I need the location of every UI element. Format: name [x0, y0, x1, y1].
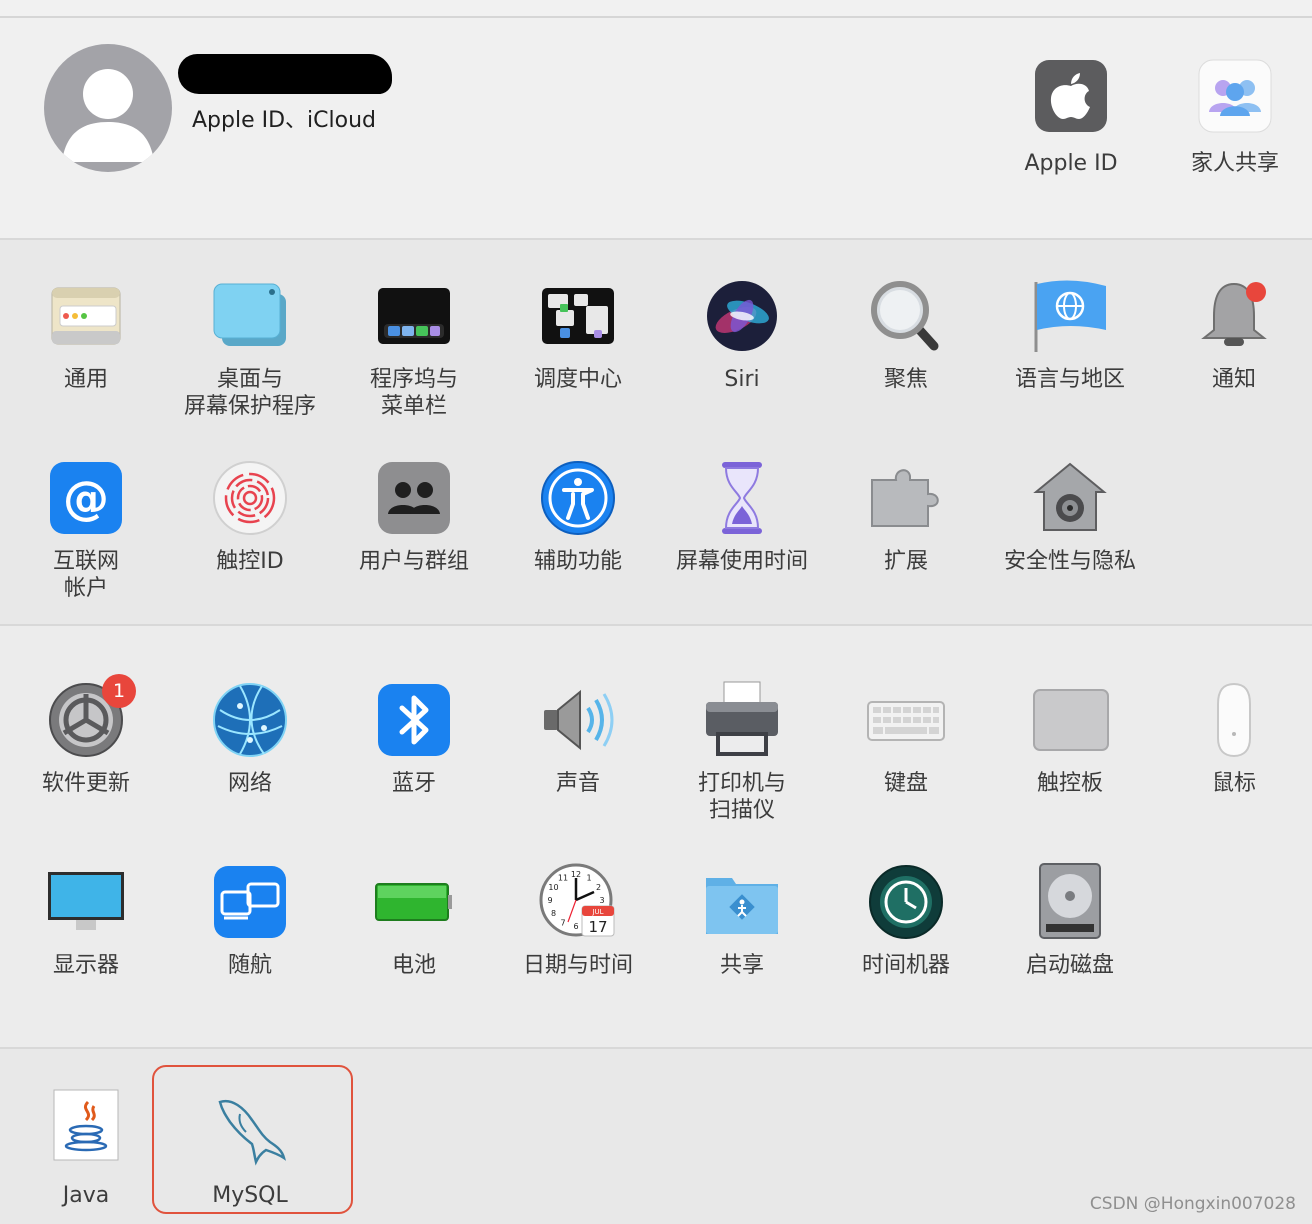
language-region-icon [1030, 276, 1110, 356]
pane-label: 扩展 [883, 549, 928, 574]
svg-text:@: @ [63, 471, 109, 525]
startup-disk-icon [1030, 862, 1110, 942]
trackpad-icon [1030, 680, 1110, 760]
pane-label: 随航 [227, 953, 272, 978]
redacted-user-name [178, 54, 392, 94]
pane-label: 软件更新 [41, 771, 130, 796]
pane-label: 启动磁盘 [1025, 953, 1114, 978]
extensions-icon [866, 458, 946, 538]
clock-number: 2 [596, 883, 601, 892]
accessibility-icon [538, 458, 618, 538]
clock-number: 6 [573, 922, 578, 931]
pane-label: 时间机器 [861, 953, 950, 978]
clock-number: 3 [599, 896, 604, 905]
pane-label: 键盘 [883, 771, 928, 796]
pane-label: 鼠标 [1211, 771, 1256, 796]
pane-label: 通知 [1211, 367, 1256, 392]
pane-label: 用户与群组 [358, 549, 469, 574]
bluetooth-icon [374, 680, 454, 760]
sound-icon [538, 680, 618, 760]
pane-label: 声音 [555, 771, 600, 796]
keyboard-icon [866, 680, 946, 760]
dock-menubar-icon [374, 276, 454, 356]
mysql-highlight-frame [152, 1065, 353, 1214]
notifications-icon [1194, 276, 1274, 356]
software-update-icon: 1 [46, 674, 136, 760]
pane-label: 打印机与 扫描仪 [697, 771, 786, 823]
sharing-icon [702, 862, 782, 942]
pane-label: 显示器 [52, 953, 119, 978]
time-machine-icon [866, 862, 946, 942]
pane-label: 程序坞与 菜单栏 [369, 367, 458, 419]
pane-label: 共享 [719, 953, 764, 978]
system-panes-section-2 [0, 626, 1312, 1049]
general-icon [46, 276, 126, 356]
clock-number: 12 [571, 870, 581, 879]
clock-number: 10 [548, 883, 558, 892]
siri-icon [702, 276, 782, 356]
screen-time-icon [702, 458, 782, 538]
svg-text:JUL: JUL [591, 908, 603, 916]
pane-label: 通用 [63, 367, 108, 392]
spotlight-icon [866, 276, 946, 356]
pane-label: 语言与地区 [1014, 367, 1125, 392]
clock-number: 11 [558, 874, 568, 883]
pane-label: Apple ID [1024, 151, 1118, 176]
touch-id-icon [210, 458, 290, 538]
person-silhouette-icon [62, 69, 154, 162]
update-count-badge: 1 [102, 674, 136, 708]
watermark: CSDN @Hongxin007028 [1089, 1194, 1296, 1214]
displays-icon [46, 862, 126, 942]
pane-label: 家人共享 [1190, 151, 1279, 176]
family-icon [1195, 56, 1275, 136]
mouse-icon [1194, 680, 1274, 760]
apple-icon [1031, 56, 1111, 136]
pane-label: 聚焦 [883, 367, 928, 392]
pane-label: Siri [724, 367, 760, 392]
pane-label: 互联网 帐户 [52, 549, 119, 601]
clock-number: 7 [560, 919, 565, 928]
pane-label: 调度中心 [533, 367, 622, 392]
pane-label: 电池 [391, 953, 436, 978]
account-subtitle: Apple ID、iCloud [192, 108, 377, 133]
java-icon [46, 1088, 126, 1168]
pane-label: 安全性与隐私 [1003, 549, 1136, 574]
user-avatar[interactable] [44, 44, 172, 172]
internet-accounts-icon: @ [46, 458, 126, 538]
users-groups-icon [374, 458, 454, 538]
pane-label: 桌面与 屏幕保护程序 [183, 367, 316, 419]
network-icon [210, 680, 290, 760]
clock-number: 1 [586, 874, 591, 883]
svg-text:17: 17 [588, 918, 607, 936]
pane-label: 触控ID [216, 549, 284, 574]
printers-scanners-icon [702, 680, 782, 760]
pane-label: 屏幕使用时间 [675, 549, 808, 574]
desktop-screensaver-icon [210, 276, 290, 356]
pane-label: 辅助功能 [533, 549, 622, 574]
date-time-icon: 121234567891011 JUL 17 [538, 862, 618, 942]
pane-label: 网络 [227, 771, 272, 796]
pane-label: 蓝牙 [391, 771, 436, 796]
pane-label: Java [62, 1183, 110, 1208]
clock-number: 8 [551, 909, 556, 918]
security-privacy-icon [1030, 458, 1110, 538]
pane-label: 日期与时间 [522, 953, 633, 978]
pane-label: 触控板 [1036, 771, 1103, 796]
sidecar-icon [210, 862, 290, 942]
mission-control-icon [538, 276, 618, 356]
top-strip [0, 0, 1312, 18]
battery-icon [374, 862, 454, 942]
clock-number: 9 [547, 896, 552, 905]
